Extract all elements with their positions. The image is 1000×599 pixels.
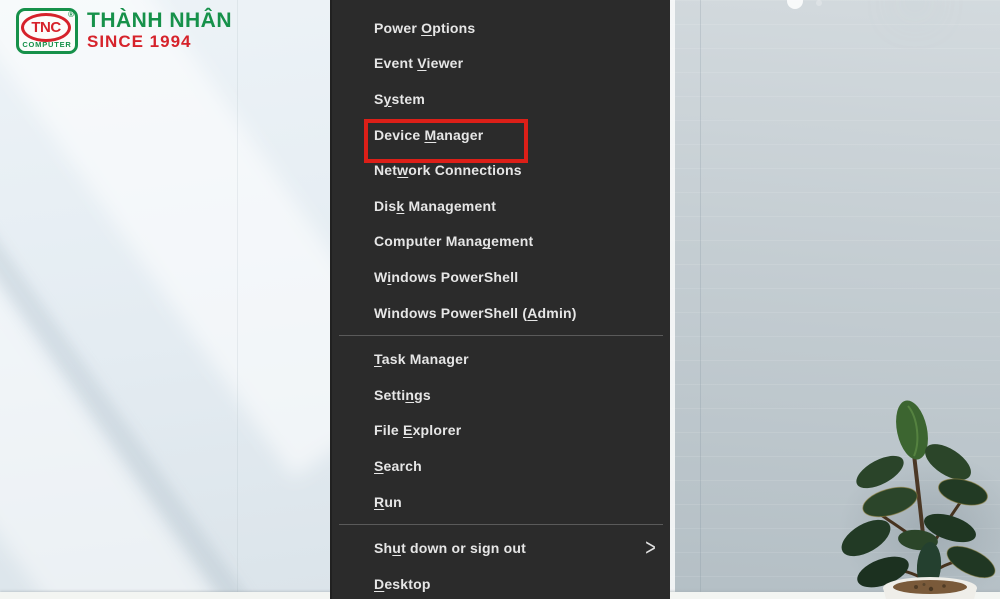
label-text: ork Connections xyxy=(408,162,521,178)
label-text: File xyxy=(374,422,403,438)
wall-edge-highlight xyxy=(670,0,675,599)
brand-logo: TNC ® COMPUTER THÀNH NHÂN SINCE 1994 xyxy=(16,8,232,54)
label-accelerator: u xyxy=(392,540,401,556)
logo-oval: TNC xyxy=(21,13,71,42)
label-text: earch xyxy=(384,458,422,474)
brand-name: THÀNH NHÂN xyxy=(87,9,232,32)
winx-context-menu: Power Options Event Viewer System Device… xyxy=(330,0,670,599)
logo-badge: TNC ® COMPUTER xyxy=(16,8,78,54)
label-accelerator: R xyxy=(374,494,384,510)
label-text: anager xyxy=(436,127,483,143)
brand-tagline: SINCE 1994 xyxy=(87,32,232,52)
label-text: iewer xyxy=(427,55,464,71)
menu-item-label: System xyxy=(374,91,425,107)
label-text: Setti xyxy=(374,387,405,403)
plant-pot xyxy=(883,577,977,599)
label-text: stem xyxy=(392,91,425,107)
label-text: Net xyxy=(374,162,397,178)
menu-item-label: Windows PowerShell (Admin) xyxy=(374,305,577,321)
menu-item-task-manager[interactable]: Task Manager xyxy=(332,341,670,377)
label-text: Dis xyxy=(374,198,396,214)
label-text: Management xyxy=(404,198,496,214)
menu-item-run[interactable]: Run xyxy=(332,484,670,520)
desktop-background-left xyxy=(0,0,330,599)
menu-item-windows-powershell-admin[interactable]: Windows PowerShell (Admin) xyxy=(332,295,670,331)
label-accelerator: y xyxy=(384,91,392,107)
menu-item-label: Desktop xyxy=(374,576,431,592)
label-text: Windows PowerShell ( xyxy=(374,305,527,321)
menu-item-label: Task Manager xyxy=(374,351,469,367)
wall-seam xyxy=(237,0,238,592)
menu-item-system[interactable]: System xyxy=(332,81,670,117)
menu-item-event-viewer[interactable]: Event Viewer xyxy=(332,46,670,82)
menu-item-shut-down-or-sign-out[interactable]: Shut down or sign out > xyxy=(332,530,670,566)
label-accelerator: O xyxy=(421,20,432,36)
menu-item-label: Windows PowerShell xyxy=(374,269,518,285)
logo-text-block: THÀNH NHÂN SINCE 1994 xyxy=(87,9,232,52)
menu-item-network-connections[interactable]: Network Connections xyxy=(332,152,670,188)
label-text: esktop xyxy=(384,576,430,592)
menu-item-power-options[interactable]: Power Options xyxy=(332,10,670,46)
label-accelerator: V xyxy=(417,55,426,71)
label-text: ement xyxy=(491,233,533,249)
menu-item-label: Network Connections xyxy=(374,162,522,178)
menu-item-computer-management[interactable]: Computer Management xyxy=(332,224,670,260)
logo-division-label: COMPUTER xyxy=(19,40,75,49)
menu-item-label: Settings xyxy=(374,387,431,403)
label-accelerator: S xyxy=(374,458,384,474)
plant-leaves xyxy=(836,398,1000,593)
label-accelerator: M xyxy=(424,127,436,143)
label-text: Sh xyxy=(374,540,392,556)
label-text: ptions xyxy=(432,20,475,36)
label-accelerator: A xyxy=(527,305,537,321)
menu-item-label: File Explorer xyxy=(374,422,461,438)
label-accelerator: w xyxy=(397,162,408,178)
label-text: W xyxy=(374,269,387,285)
label-accelerator: E xyxy=(403,422,413,438)
menu-item-label: Event Viewer xyxy=(374,55,463,71)
menu-item-windows-powershell[interactable]: Windows PowerShell xyxy=(332,259,670,295)
chevron-right-icon: > xyxy=(645,536,656,560)
menu-item-label: Device Manager xyxy=(374,127,483,143)
label-accelerator: g xyxy=(482,233,491,249)
menu-item-device-manager[interactable]: Device Manager xyxy=(332,117,670,153)
menu-item-label: Computer Management xyxy=(374,233,533,249)
potted-plant xyxy=(828,398,1000,599)
label-text: ndows PowerShell xyxy=(391,269,518,285)
menu-item-label: Disk Management xyxy=(374,198,496,214)
menu-item-file-explorer[interactable]: File Explorer xyxy=(332,413,670,449)
label-text: ask Manager xyxy=(382,351,469,367)
label-text: xplorer xyxy=(413,422,462,438)
menu-separator xyxy=(332,519,670,530)
label-text: t down or sign out xyxy=(401,540,526,556)
label-text: S xyxy=(374,91,384,107)
label-accelerator: D xyxy=(374,576,384,592)
menu-item-label: Search xyxy=(374,458,422,474)
label-accelerator: n xyxy=(405,387,414,403)
menu-item-label: Power Options xyxy=(374,20,475,36)
wall-seam xyxy=(700,0,701,592)
logo-abbreviation: TNC xyxy=(31,19,60,36)
menu-separator xyxy=(332,330,670,341)
label-text: dmin) xyxy=(538,305,577,321)
label-text: Device xyxy=(374,127,424,143)
label-text: gs xyxy=(414,387,431,403)
menu-item-settings[interactable]: Settings xyxy=(332,377,670,413)
label-accelerator: T xyxy=(374,351,382,367)
menu-item-label: Run xyxy=(374,494,402,510)
menu-item-search[interactable]: Search xyxy=(332,448,670,484)
registered-trademark-icon: ® xyxy=(68,11,74,19)
menu-item-disk-management[interactable]: Disk Management xyxy=(332,188,670,224)
label-text: un xyxy=(384,494,402,510)
label-text: Event xyxy=(374,55,417,71)
label-text: Power xyxy=(374,20,421,36)
screenshot-root: Power Options Event Viewer System Device… xyxy=(0,0,1000,599)
menu-item-desktop[interactable]: Desktop xyxy=(332,566,670,599)
menu-item-label: Shut down or sign out xyxy=(374,540,526,556)
label-text: Computer Mana xyxy=(374,233,482,249)
